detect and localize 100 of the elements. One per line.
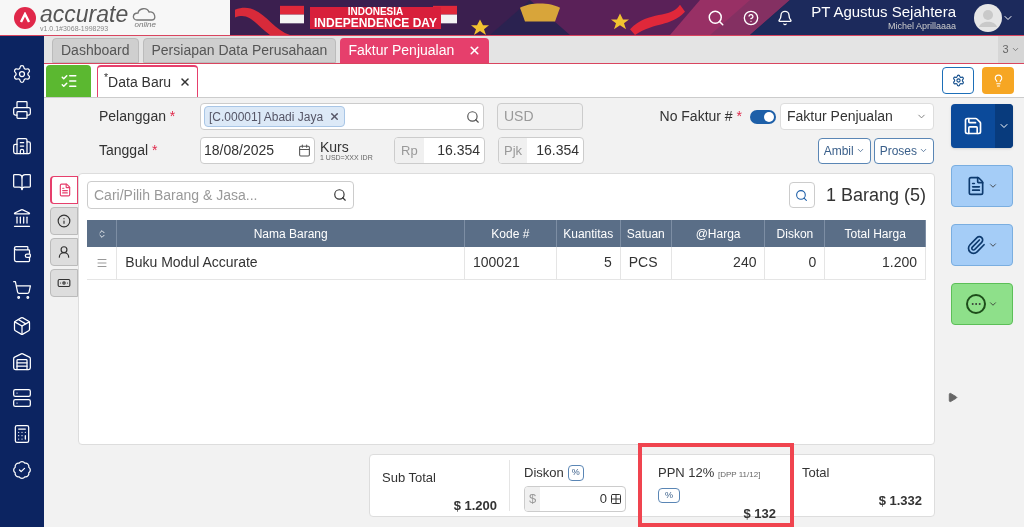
warehouse-icon[interactable] xyxy=(12,352,32,372)
dropdown-button[interactable]: Proses xyxy=(873,137,934,164)
search-icon xyxy=(795,188,809,202)
close-icon[interactable] xyxy=(179,76,192,88)
document-icon xyxy=(57,183,72,197)
chevron-icon xyxy=(988,299,998,309)
item-count: 1 Barang (5) xyxy=(825,183,926,207)
save-button[interactable] xyxy=(951,104,1013,148)
building-icon[interactable] xyxy=(12,136,32,156)
subtotal-label: Sub Total xyxy=(382,469,437,487)
company-name: PT Agustus Sejahtera xyxy=(811,2,956,22)
table-cell: 1.200 xyxy=(824,247,926,279)
expand-icon[interactable] xyxy=(947,392,958,403)
paperclip-icon xyxy=(966,235,986,255)
table-cell: 240 xyxy=(671,247,765,279)
chevron-icon xyxy=(919,146,928,155)
save-icon xyxy=(963,116,983,136)
logo-icon xyxy=(14,6,36,29)
rate-field[interactable]: Rp 16.354 xyxy=(394,137,485,164)
tab[interactable]: Persiapan Data Perusahaan xyxy=(142,38,337,63)
sort-icon xyxy=(96,228,107,239)
bank-icon[interactable] xyxy=(12,208,32,228)
column-header[interactable]: Total Harga xyxy=(824,220,926,247)
field-label: Tanggal * xyxy=(99,141,159,160)
column-header[interactable]: Satuan xyxy=(620,220,672,247)
field-label: Pelanggan * xyxy=(99,107,177,126)
currency-field: USD xyxy=(497,103,583,130)
tab-count[interactable]: 3 xyxy=(1002,41,1009,58)
currency-prefix: Rp xyxy=(395,138,424,163)
settings-icon xyxy=(951,74,965,87)
side-tab[interactable] xyxy=(50,176,78,204)
banner-line: INDEPENDENCE DAY xyxy=(314,16,437,29)
discount-field[interactable]: $ 0 xyxy=(524,485,626,512)
table-cell: Buku Modul Accurate xyxy=(116,247,465,279)
percent-toggle[interactable]: % xyxy=(658,487,680,503)
bell-icon[interactable] xyxy=(777,9,794,26)
document-button[interactable] xyxy=(951,165,1013,207)
column-header[interactable]: Diskon xyxy=(764,220,825,247)
dropdown-button[interactable]: Ambil xyxy=(817,137,871,164)
date-field[interactable]: 18/08/2025 xyxy=(200,137,315,164)
tab[interactable]: Dashboard xyxy=(52,38,139,63)
currency-prefix: Pjk xyxy=(499,138,528,163)
settings-button[interactable] xyxy=(942,67,974,94)
document-tab[interactable]: $^{*}$Data Baru xyxy=(97,65,199,97)
book-icon[interactable] xyxy=(12,172,32,192)
subtotal-value: $ 1.200 xyxy=(453,496,497,515)
cart-icon[interactable] xyxy=(12,280,32,300)
column-header[interactable]: @Harga xyxy=(671,220,765,247)
logo-subtext: online xyxy=(134,20,156,29)
column-header[interactable]: Kuantitas xyxy=(556,220,621,247)
table-cell: 100021 xyxy=(464,247,557,279)
banner-line: INDONESIA xyxy=(347,6,404,17)
discount-label: Diskon xyxy=(524,464,564,482)
chevron-icon xyxy=(855,146,865,155)
calendar-icon[interactable] xyxy=(298,144,311,157)
document-icon xyxy=(966,176,986,196)
side-tab[interactable] xyxy=(50,207,78,235)
total-label: Total xyxy=(802,464,831,482)
drag-handle-icon[interactable] xyxy=(95,256,108,269)
logo-text: accurate xyxy=(40,3,129,25)
printer-icon[interactable] xyxy=(12,100,32,120)
badge-icon[interactable] xyxy=(12,460,32,480)
search-icon[interactable] xyxy=(466,109,480,124)
field-label: No Faktur # * xyxy=(659,107,742,126)
wallet-icon[interactable] xyxy=(12,244,32,264)
tax-label: PPN 12% [DPP 11/12] xyxy=(658,464,762,482)
cash-icon xyxy=(57,276,71,290)
chevron-icon xyxy=(988,181,998,191)
remove-icon[interactable] xyxy=(329,111,341,122)
tax-value: $ 132 xyxy=(743,505,776,523)
person-icon xyxy=(57,245,71,259)
tab[interactable]: Faktur Penjualan xyxy=(340,38,490,63)
package-icon[interactable] xyxy=(12,316,32,336)
rate-label: Kurs xyxy=(320,140,350,154)
table-cell: 5 xyxy=(556,247,621,279)
avatar-icon[interactable] xyxy=(974,3,1002,32)
side-tab[interactable] xyxy=(50,269,78,297)
column-header[interactable]: Nama Barang xyxy=(116,220,465,247)
list-icon xyxy=(59,72,78,90)
tax-rate-field[interactable]: Pjk 16.354 xyxy=(498,137,584,164)
more-button[interactable] xyxy=(951,283,1013,325)
attachment-button[interactable] xyxy=(951,224,1013,266)
percent-toggle[interactable]: % xyxy=(567,465,584,481)
server-icon[interactable] xyxy=(12,388,32,408)
customer-field[interactable]: [C.00001] Abadi Jaya xyxy=(200,103,484,130)
help-icon[interactable] xyxy=(743,9,760,26)
table-cell: 0 xyxy=(764,247,825,279)
more-icon xyxy=(966,294,986,314)
table-cell: PCS xyxy=(620,247,672,279)
user-name: Michel Aprillaaaa xyxy=(887,21,956,33)
search-icon xyxy=(333,188,347,202)
search-icon[interactable] xyxy=(707,8,726,27)
customer-chip[interactable]: [C.00001] Abadi Jaya xyxy=(204,106,346,127)
search-button[interactable] xyxy=(788,182,815,208)
toggle-switch[interactable] xyxy=(750,109,776,124)
chevron-icon xyxy=(988,240,998,250)
side-tab[interactable] xyxy=(50,238,78,266)
gear-icon[interactable] xyxy=(12,64,32,84)
column-header[interactable]: Kode # xyxy=(464,220,557,247)
invoice-type-select[interactable]: Faktur Penjualan xyxy=(780,103,934,130)
